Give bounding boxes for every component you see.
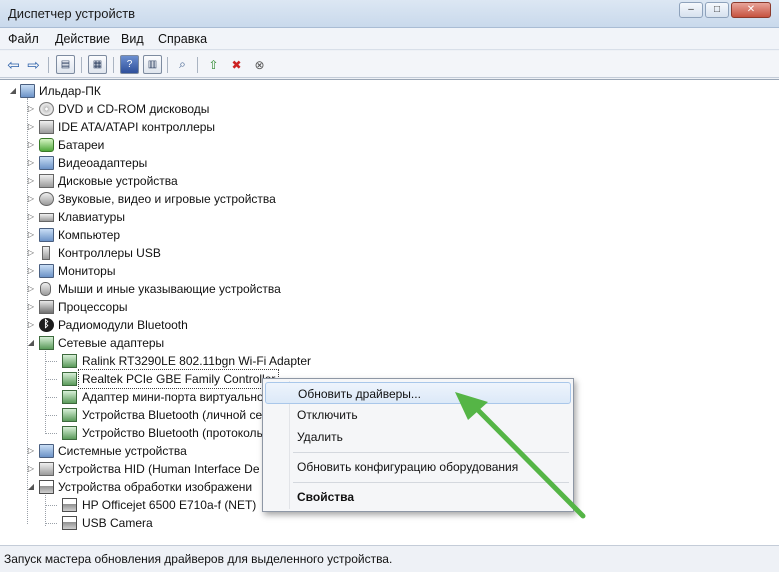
expanded-arrow-icon[interactable]: ◢	[8, 82, 18, 100]
window-controls: – □ ✕	[679, 2, 771, 18]
bluetooth-icon: ᛒ	[39, 318, 54, 332]
maximize-button[interactable]: □	[705, 2, 729, 18]
properties-icon[interactable]: ▦	[88, 55, 107, 74]
collapsed-arrow-icon[interactable]: ▷	[26, 190, 36, 208]
expanded-arrow-icon[interactable]: ◢	[26, 478, 36, 496]
menu-file[interactable]: Файл	[8, 32, 39, 46]
forward-arrow-icon[interactable]: ⇨	[24, 55, 43, 74]
toolbar: ⇦ ⇨ ▤ ▦ ? ▥ ⌕ ⇧ ✖ ⊗	[0, 51, 779, 78]
scan-hardware-icon[interactable]: ⌕	[173, 55, 192, 74]
camera-icon	[62, 516, 77, 530]
battery-icon	[39, 138, 54, 152]
collapsed-arrow-icon[interactable]: ▷	[26, 172, 36, 190]
display-adapter-icon	[39, 156, 54, 170]
collapsed-arrow-icon[interactable]: ▷	[26, 460, 36, 478]
minimize-button[interactable]: –	[679, 2, 703, 18]
network-adapter-icon	[62, 390, 77, 404]
collapsed-arrow-icon[interactable]: ▷	[26, 136, 36, 154]
collapsed-arrow-icon[interactable]: ▷	[26, 244, 36, 262]
title-bar: Диспетчер устройств – □ ✕	[0, 0, 779, 28]
network-adapter-icon	[62, 426, 77, 440]
menu-bar: Файл Действие Вид Справка	[0, 28, 779, 50]
close-button[interactable]: ✕	[731, 2, 771, 18]
back-arrow-icon[interactable]: ⇦	[4, 55, 23, 74]
update-driver-icon[interactable]: ⇧	[204, 55, 223, 74]
menu-divider	[293, 452, 569, 453]
speaker-icon	[39, 192, 54, 206]
menu-disable[interactable]: Отключить	[265, 404, 571, 426]
menu-help[interactable]: Справка	[158, 32, 207, 46]
collapsed-arrow-icon[interactable]: ▷	[26, 118, 36, 136]
collapsed-arrow-icon[interactable]: ▷	[26, 100, 36, 118]
show-hide-console-tree-icon[interactable]: ▤	[56, 55, 75, 74]
status-text: Запуск мастера обновления драйверов для …	[4, 552, 393, 566]
ide-controller-icon	[39, 120, 54, 134]
usb-icon	[42, 246, 50, 260]
menu-uninstall[interactable]: Удалить	[265, 426, 571, 448]
computer-icon	[20, 84, 35, 98]
collapsed-arrow-icon[interactable]: ▷	[26, 226, 36, 244]
disable-device-icon[interactable]: ✖	[227, 55, 246, 74]
menu-scan-hardware[interactable]: Обновить конфигурацию оборудования	[265, 456, 571, 478]
collapsed-arrow-icon[interactable]: ▷	[26, 298, 36, 316]
collapsed-arrow-icon[interactable]: ▷	[26, 154, 36, 172]
disk-drive-icon	[39, 174, 54, 188]
context-menu: Обновить драйверы... Отключить Удалить О…	[262, 378, 574, 512]
imaging-device-icon	[39, 480, 54, 494]
window-title: Диспетчер устройств	[8, 6, 136, 21]
keyboard-icon	[39, 213, 54, 222]
network-adapter-icon	[39, 336, 54, 350]
processor-icon	[39, 300, 54, 314]
collapsed-arrow-icon[interactable]: ▷	[26, 262, 36, 280]
network-adapter-icon	[62, 354, 77, 368]
menu-update-drivers[interactable]: Обновить драйверы...	[265, 382, 571, 404]
menu-view[interactable]: Вид	[121, 32, 144, 46]
hid-device-icon	[39, 462, 54, 476]
network-adapter-icon	[62, 372, 77, 386]
collapsed-arrow-icon[interactable]: ▷	[26, 208, 36, 226]
collapsed-arrow-icon[interactable]: ▷	[26, 442, 36, 460]
menu-action[interactable]: Действие	[55, 32, 110, 46]
network-adapter-icon	[62, 408, 77, 422]
action-pane-icon[interactable]: ▥	[143, 55, 162, 74]
menu-properties[interactable]: Свойства	[265, 486, 571, 508]
printer-icon	[62, 498, 77, 512]
expanded-arrow-icon[interactable]: ◢	[26, 334, 36, 352]
dvd-drive-icon	[39, 102, 54, 116]
mouse-icon	[40, 282, 51, 296]
monitor-icon	[39, 264, 54, 278]
computer-icon	[39, 228, 54, 242]
help-icon[interactable]: ?	[120, 55, 139, 74]
system-devices-icon	[39, 444, 54, 458]
status-bar: Запуск мастера обновления драйверов для …	[0, 545, 779, 572]
uninstall-device-icon[interactable]: ⊗	[250, 55, 269, 74]
collapsed-arrow-icon[interactable]: ▷	[26, 280, 36, 298]
collapsed-arrow-icon[interactable]: ▷	[26, 316, 36, 334]
menu-divider	[293, 482, 569, 483]
